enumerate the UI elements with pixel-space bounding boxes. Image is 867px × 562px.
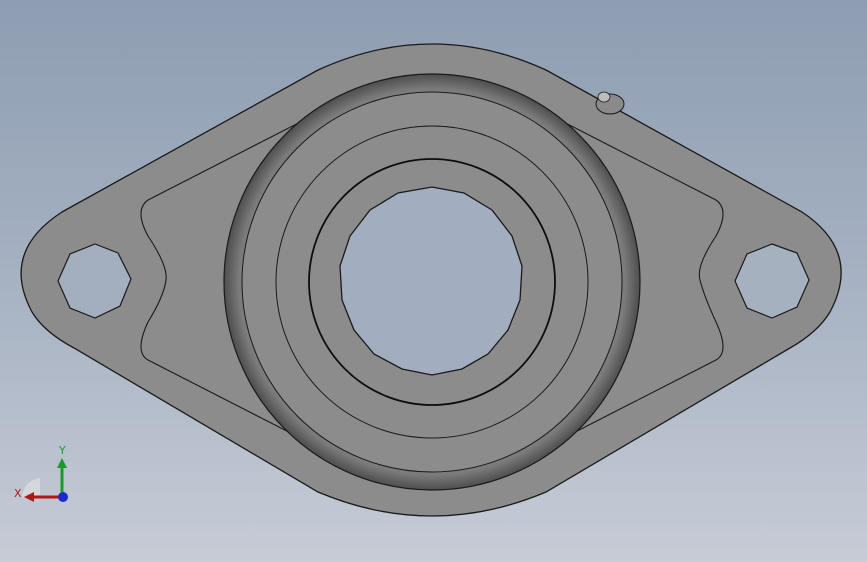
y-axis-label: Y	[58, 444, 66, 457]
y-axis-arrowhead	[57, 458, 67, 468]
coordinate-triad[interactable]: Y X	[10, 440, 80, 510]
z-axis-dot	[58, 492, 68, 502]
x-axis-label: X	[14, 487, 22, 500]
model-view[interactable]	[0, 0, 867, 562]
grease-fitting[interactable]	[595, 91, 625, 115]
bearing-bore[interactable]	[339, 186, 523, 376]
graphics-viewport[interactable]: Y X	[0, 0, 867, 562]
